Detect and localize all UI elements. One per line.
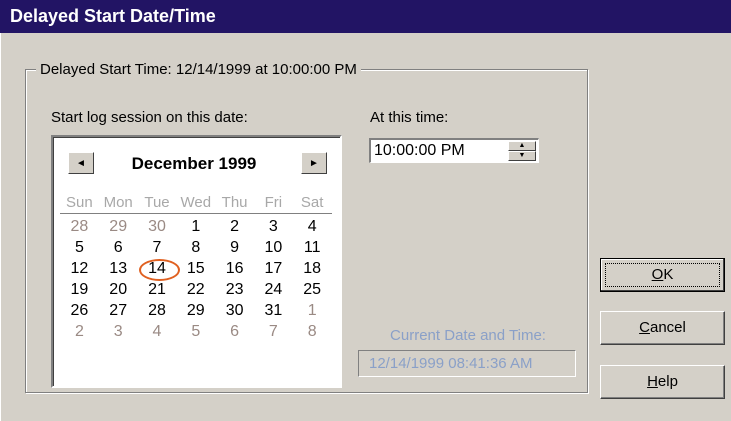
calendar-day[interactable]: 15	[176, 258, 215, 279]
calendar-day[interactable]: 29	[99, 216, 138, 237]
calendar-day[interactable]: 6	[215, 321, 254, 342]
cancel-label-rest: ancel	[649, 319, 686, 336]
calendar-day[interactable]: 18	[293, 258, 332, 279]
calendar-week-row: 5 6 7 8 9 10 11	[60, 237, 332, 258]
calendar-day[interactable]: 13	[99, 258, 138, 279]
current-datetime-field: 12/14/1999 08:41:36 AM	[358, 350, 576, 377]
calendar-day[interactable]: 6	[99, 237, 138, 258]
calendar-week-row: 2345678	[60, 321, 332, 342]
calendar-day[interactable]: 7	[254, 321, 293, 342]
calendar-day[interactable]: 7	[138, 237, 177, 258]
calendar-day[interactable]: 4	[138, 321, 177, 342]
calendar-day[interactable]: 5	[60, 237, 99, 258]
current-datetime-label: Current Date and Time:	[390, 327, 546, 344]
calendar-day[interactable]: 9	[215, 237, 254, 258]
calendar-day[interactable]: 2	[215, 216, 254, 237]
calendar-week-row: 28 29 30 1 2 3 4	[60, 216, 332, 237]
right-arrow-icon: ►	[309, 157, 319, 169]
calendar-day[interactable]: 4	[293, 216, 332, 237]
selected-day-circle	[139, 259, 180, 281]
time-picker-field[interactable]: 10:00:00 PM ▲ ▼	[369, 138, 539, 163]
cancel-button[interactable]: Cancel	[600, 311, 725, 345]
calendar-day[interactable]: 8	[293, 321, 332, 342]
day-name: Mon	[103, 194, 133, 211]
calendar-day[interactable]: 28	[60, 216, 99, 237]
month-calendar[interactable]: ◄ December 1999 ► Sun Mon Tue Wed Thu Fr…	[51, 135, 342, 388]
calendar-day[interactable]: 30	[215, 300, 254, 321]
day-name: Tue	[144, 194, 170, 211]
day-names-row: Sun Mon Tue Wed Thu Fri Sat	[60, 194, 332, 211]
day-name: Thu	[221, 194, 248, 211]
calendar-day[interactable]: 22	[176, 279, 215, 300]
calendar-day[interactable]: 17	[254, 258, 293, 279]
calendar-week-row: 26 27 28 29 30 31 1	[60, 300, 332, 321]
help-accel: H	[647, 373, 658, 390]
ok-button[interactable]: OK	[600, 258, 725, 292]
calendar-day[interactable]: 27	[99, 300, 138, 321]
day-name: Wed	[180, 194, 212, 211]
calendar-day[interactable]: 25	[293, 279, 332, 300]
cancel-accel: C	[639, 319, 650, 336]
calendar-day[interactable]: 10	[254, 237, 293, 258]
calendar-day[interactable]: 12	[60, 258, 99, 279]
calendar-day[interactable]: 24	[254, 279, 293, 300]
calendar-day[interactable]: 29	[176, 300, 215, 321]
calendar-day[interactable]: 2	[60, 321, 99, 342]
time-spin-up[interactable]: ▲	[508, 141, 536, 151]
prev-month-button[interactable]: ◄	[68, 152, 94, 174]
time-label: At this time:	[370, 109, 449, 126]
day-names-divider	[60, 213, 332, 214]
up-arrow-icon: ▲	[518, 142, 526, 149]
calendar-day[interactable]: 28	[138, 300, 177, 321]
next-month-button[interactable]: ►	[301, 152, 327, 174]
left-arrow-icon: ◄	[76, 157, 86, 169]
calendar-day[interactable]: 31	[254, 300, 293, 321]
calendar-day[interactable]: 26	[60, 300, 99, 321]
calendar-day[interactable]: 3	[99, 321, 138, 342]
ok-label-rest: K	[663, 266, 674, 283]
groupbox-legend: Delayed Start Time: 12/14/1999 at 10:00:…	[36, 61, 361, 78]
calendar-day[interactable]: 30	[138, 216, 177, 237]
calendar-day[interactable]: 1	[293, 300, 332, 321]
help-label-rest: elp	[657, 373, 678, 390]
ok-accel: O	[651, 266, 664, 283]
day-name: Sun	[66, 194, 93, 211]
calendar-day[interactable]: 23	[215, 279, 254, 300]
down-arrow-icon: ▼	[518, 152, 526, 159]
calendar-day[interactable]: 11	[293, 237, 332, 258]
calendar-grid: 28 29 30 1 2 3 4 5 6 7 8 9 10 11 12 13 14 15 16 17 18 19 20 21 2…	[60, 216, 332, 342]
date-label: Start log session on this date:	[51, 109, 248, 126]
calendar-day[interactable]: 16	[215, 258, 254, 279]
time-value[interactable]: 10:00:00 PM	[374, 142, 465, 159]
title-bar: Delayed Start Date/Time	[0, 0, 731, 33]
calendar-day[interactable]: 19	[60, 279, 99, 300]
calendar-day[interactable]: 3	[254, 216, 293, 237]
help-button[interactable]: Help	[600, 365, 725, 399]
calendar-day[interactable]: 5	[176, 321, 215, 342]
month-title[interactable]: December 1999	[114, 154, 274, 174]
calendar-week-row: 19 20 21 22 23 24 25	[60, 279, 332, 300]
calendar-day[interactable]: 8	[176, 237, 215, 258]
calendar-day[interactable]: 21	[138, 279, 177, 300]
day-name: Sat	[300, 194, 324, 211]
calendar-week-row: 12 13 14 15 16 17 18	[60, 258, 332, 279]
time-spin-down[interactable]: ▼	[508, 151, 536, 161]
calendar-day[interactable]: 1	[176, 216, 215, 237]
calendar-day[interactable]: 20	[99, 279, 138, 300]
day-name: Fri	[264, 194, 283, 211]
window-title: Delayed Start Date/Time	[10, 6, 216, 26]
